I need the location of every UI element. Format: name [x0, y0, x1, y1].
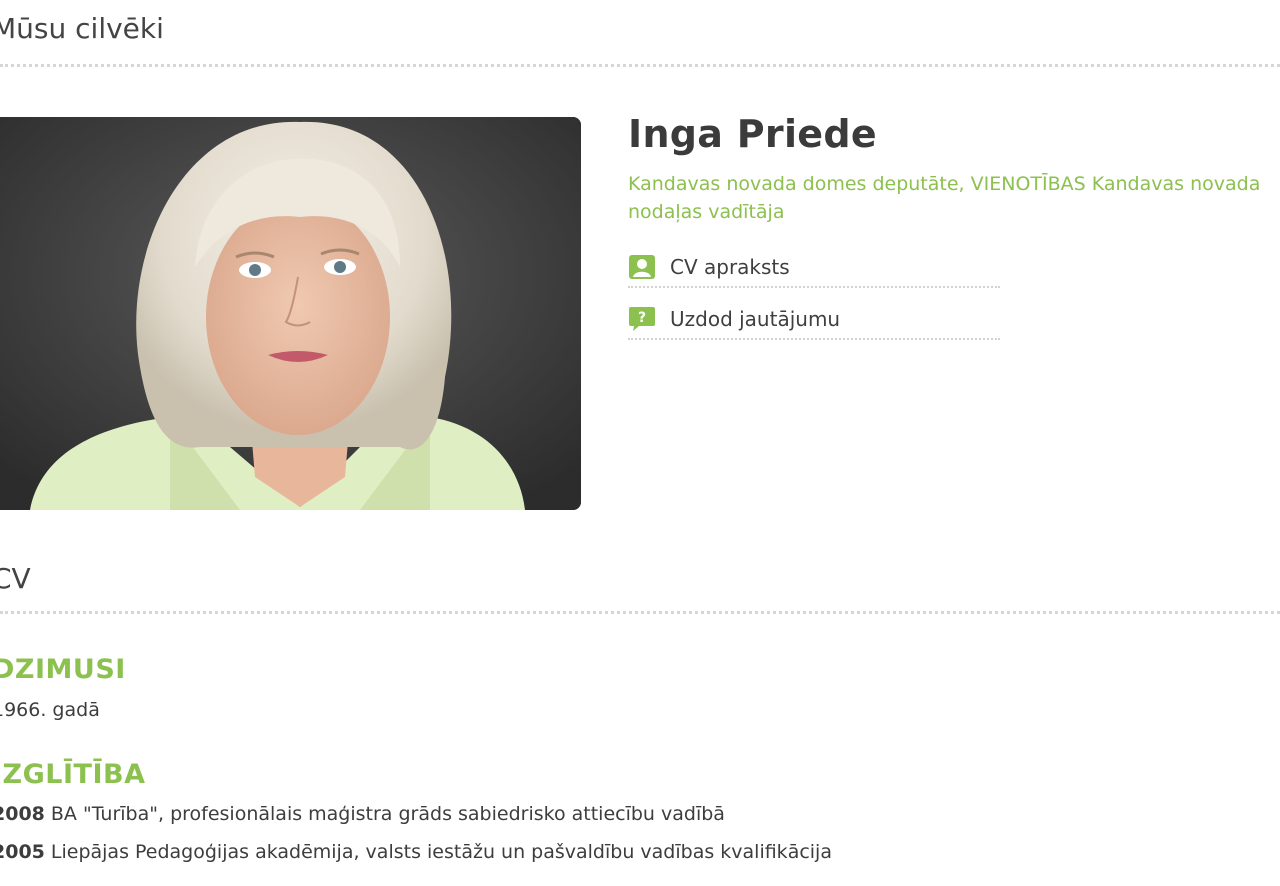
education-item: 2008BA "Turība", profesionālais maģistra… [0, 803, 725, 825]
born-year: 1966. gadā [0, 699, 100, 721]
ask-question-link[interactable]: ? Uzdod jautājumu [628, 300, 1000, 340]
cv-heading: CV [0, 562, 31, 595]
page-title: Mūsu cilvēki [0, 12, 164, 45]
question-icon: ? [628, 306, 656, 332]
ask-question-label: Uzdod jautājumu [670, 307, 841, 331]
profile-name: Inga Priede [628, 112, 877, 156]
divider [0, 64, 1280, 67]
education-heading: IZGLĪTĪBA [0, 759, 146, 790]
education-description: BA "Turība", profesionālais maģistra grā… [50, 803, 725, 825]
svg-text:?: ? [638, 310, 646, 326]
profile-photo [0, 117, 581, 510]
education-item: 2005Liepājas Pedagoģijas akadēmija, vals… [0, 841, 832, 863]
divider [0, 611, 1280, 614]
profile-photo-illustration [0, 117, 581, 510]
born-heading: DZIMUSI [0, 654, 126, 685]
education-description: Liepājas Pedagoģijas akadēmija, valsts i… [50, 841, 832, 863]
person-icon [628, 254, 656, 280]
cv-description-label: CV apraksts [670, 255, 790, 279]
page: Mūsu cilvēki Inga Priede Kandavas novada… [0, 0, 1280, 886]
profile-role: Kandavas novada domes deputāte, VIENOTĪB… [628, 173, 1261, 223]
education-year: 2005 [0, 841, 45, 863]
education-year: 2008 [0, 803, 45, 825]
cv-description-link[interactable]: CV apraksts [628, 248, 1000, 288]
